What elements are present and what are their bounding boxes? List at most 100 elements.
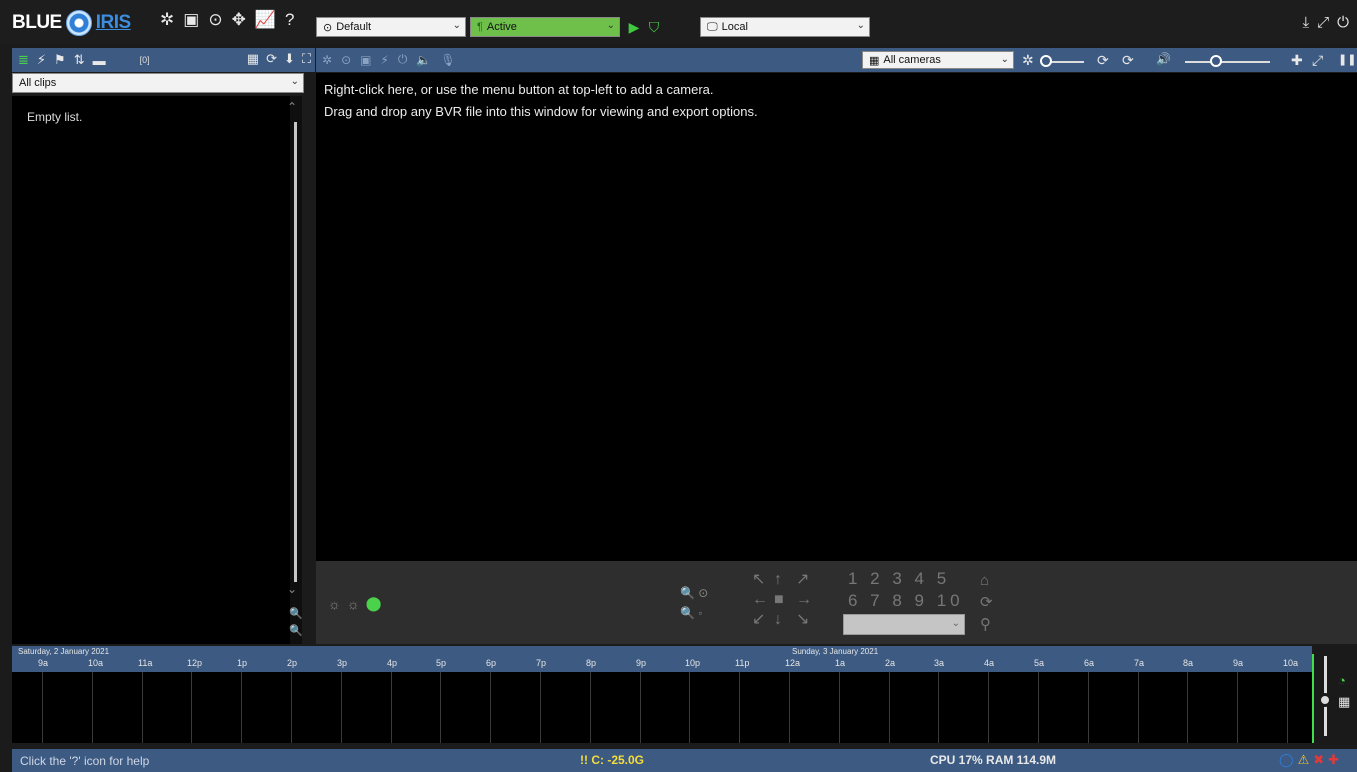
flag-icon[interactable]: ⚑: [54, 52, 66, 68]
download-icon[interactable]: ⬇: [284, 51, 295, 67]
add-camera-hint: Right-click here, or use the menu button…: [324, 82, 714, 97]
volume-slider-knob[interactable]: [1210, 55, 1222, 67]
cycle-icon[interactable]: ⟳: [980, 592, 993, 614]
top-icon-group: ✲ ▣ ⊙ ✥ 📈 ?: [160, 10, 294, 30]
ir-icon[interactable]: ⬤: [366, 595, 382, 612]
preset-row-1[interactable]: 1 2 3 4 5: [848, 568, 964, 590]
zoom-in-icon[interactable]: 🔍 ⊙: [680, 583, 708, 603]
timeline-track[interactable]: [12, 672, 1312, 743]
pause-icon[interactable]: ❚❚: [1338, 53, 1356, 66]
camera-view-area[interactable]: [316, 73, 1357, 561]
arrow-up-icon[interactable]: ↑: [774, 570, 796, 590]
download-icon[interactable]: ⤓: [1302, 14, 1309, 31]
arrow-right-icon[interactable]: →: [796, 590, 818, 610]
power-icon[interactable]: ⏻: [1337, 14, 1349, 31]
refresh-icon[interactable]: ⟳: [1122, 52, 1134, 69]
scrollbar-track[interactable]: [294, 122, 297, 582]
clock-icon[interactable]: ⊙: [208, 10, 222, 30]
plus-icon[interactable]: ✚: [1291, 52, 1303, 69]
timeline-gridline: [341, 672, 342, 743]
fullscreen-icon[interactable]: ⤢: [1312, 52, 1323, 69]
zoom-out-icon[interactable]: 🔍: [289, 624, 303, 637]
mute-icon[interactable]: 🔈: [416, 52, 431, 67]
folder-icon[interactable]: ▬: [93, 53, 106, 68]
home-icon[interactable]: ⌂: [980, 570, 993, 592]
volume-slider[interactable]: [1185, 61, 1270, 63]
status-disk-warning[interactable]: !! C: -25.0G: [580, 753, 644, 767]
schedule-dropdown[interactable]: ¶ Active ⌄: [470, 17, 620, 37]
power-icon[interactable]: ⏻: [398, 52, 408, 67]
server-dropdown[interactable]: 🖵 Local ⌄: [700, 17, 870, 37]
volume-icon[interactable]: 🔊: [1156, 52, 1171, 66]
list-icon[interactable]: ≣: [18, 52, 29, 68]
maximize-icon[interactable]: ⤢: [1317, 14, 1329, 31]
brightness-down-icon[interactable]: ☼: [328, 595, 341, 612]
schedule-dropdown-value: Active: [486, 21, 517, 33]
timeline-gridline: [490, 672, 491, 743]
arrow-up-right-icon[interactable]: ↗: [796, 570, 818, 590]
clip-count: [0]: [139, 55, 150, 65]
ptz-panel: [316, 561, 1357, 644]
refresh-icon[interactable]: ⟳: [266, 51, 277, 67]
ptz-preset-dropdown[interactable]: ⌄: [843, 614, 965, 635]
camera-icon[interactable]: ⊙: [341, 52, 351, 67]
arrow-left-icon[interactable]: ←: [752, 590, 774, 610]
zoom-out-icon[interactable]: 🔍 ◦: [680, 603, 708, 623]
clips-toolbar: ≣ ⚡ ⚑ ⇅ ▬ [0] ▦ ⟳ ⬇ ⛶: [12, 48, 315, 72]
timeline-gridline: [1038, 672, 1039, 743]
calendar-icon[interactable]: ▦: [247, 51, 259, 67]
timeline-gridline: [889, 672, 890, 743]
chevron-down-icon: ⌄: [856, 20, 865, 31]
move-icon[interactable]: ✥: [232, 10, 246, 30]
record-icon[interactable]: ▣: [360, 52, 371, 67]
chart-icon[interactable]: 📈: [255, 10, 276, 30]
brightness-up-icon[interactable]: ☼: [347, 595, 360, 612]
gear-icon[interactable]: ✲: [322, 52, 332, 67]
timeline-hour-label: 6p: [486, 658, 497, 668]
film-icon[interactable]: ▣: [183, 10, 199, 30]
location-pin-icon[interactable]: ⚲: [980, 614, 993, 636]
chevron-down-icon[interactable]: ⌄: [287, 582, 297, 596]
stop-icon[interactable]: ■: [774, 590, 796, 610]
help-icon[interactable]: ?: [285, 10, 294, 30]
arrow-down-icon[interactable]: ↓: [774, 610, 796, 630]
gear-icon[interactable]: ✲: [160, 10, 174, 30]
camera-toolbar-icons: ✲ ⊙ ▣ ⚡ ⏻ 🔈 🎙: [322, 52, 456, 67]
ptz-presets: 1 2 3 4 5 6 7 8 9 10: [848, 568, 964, 612]
error-icon[interactable]: ✖: [1313, 752, 1324, 768]
timeline-date-1: Saturday, 2 January 2021: [18, 647, 110, 656]
lightning-icon[interactable]: ⚡: [37, 52, 46, 68]
warning-icon[interactable]: ⚠: [1298, 752, 1310, 768]
plus-icon[interactable]: ✚: [1328, 752, 1339, 768]
timeline-zoom-knob[interactable]: [1318, 693, 1332, 707]
shield-icon[interactable]: ⛉: [646, 17, 662, 37]
arrow-down-right-icon[interactable]: ↘: [796, 610, 818, 630]
rotate-icon[interactable]: ⟳: [1097, 52, 1109, 69]
profile-dropdown[interactable]: ⊙ Default ⌄: [316, 17, 466, 37]
microphone-icon[interactable]: 🎙: [440, 52, 455, 67]
camera-toolbar: [316, 48, 1357, 72]
clip-list[interactable]: [12, 96, 302, 644]
zoom-in-icon[interactable]: 🔍: [289, 607, 303, 620]
arrow-down-left-icon[interactable]: ↙: [752, 610, 774, 630]
timeline-gridline: [291, 672, 292, 743]
timeline-header: [12, 646, 1312, 672]
clip-filter-dropdown[interactable]: All clips ⌄: [12, 73, 304, 93]
ptz-zoom-controls: 🔍 ⊙ 🔍 ◦: [680, 583, 708, 623]
calendar-icon[interactable]: ▦: [1338, 694, 1350, 710]
map-icon[interactable]: ⛶: [302, 51, 311, 67]
status-circle-icon[interactable]: ◯: [1279, 752, 1294, 768]
camera-group-dropdown[interactable]: ▦ All cameras ⌄: [862, 51, 1014, 69]
timeline-gridline: [1287, 672, 1288, 743]
arrow-up-left-icon[interactable]: ↖: [752, 570, 774, 590]
chevron-up-icon[interactable]: ⌃: [287, 100, 297, 114]
trigger-icon[interactable]: ⚡: [380, 52, 388, 67]
live-icon[interactable]: ◔: [1338, 673, 1346, 688]
play-icon[interactable]: ▶: [627, 17, 641, 37]
timeline-hour-label: 11p: [735, 658, 750, 668]
gear-icon[interactable]: ✲: [1022, 52, 1034, 69]
timeline-hour-label: 2p: [287, 658, 298, 668]
brightness-slider-knob[interactable]: [1040, 55, 1052, 67]
sort-icon[interactable]: ⇅: [74, 52, 85, 68]
preset-row-2[interactable]: 6 7 8 9 10: [848, 590, 964, 612]
